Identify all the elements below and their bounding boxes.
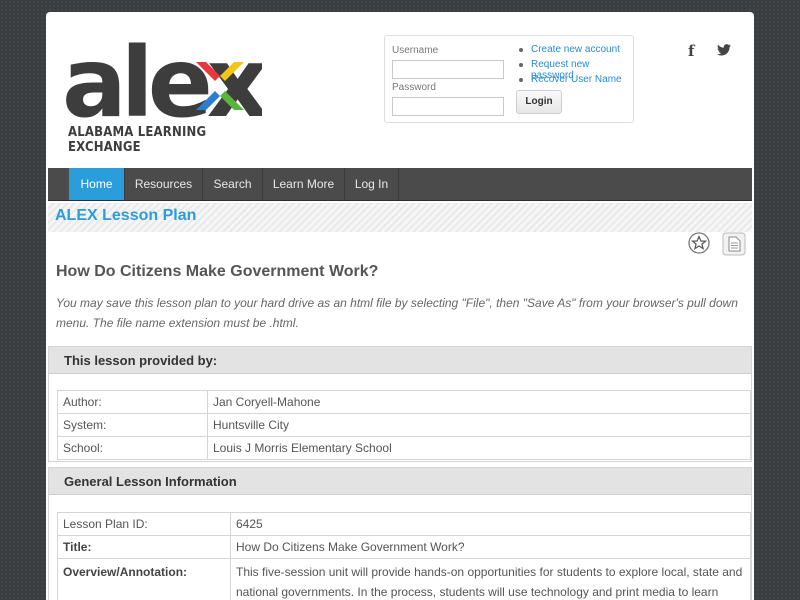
row-value: How Do Citizens Make Government Work?	[230, 535, 751, 559]
row-label: System:	[57, 413, 208, 437]
facebook-icon[interactable]: f	[688, 42, 694, 60]
row-label: Lesson Plan ID:	[57, 512, 231, 536]
table-row: Author: Jan Coryell-Mahone	[57, 390, 751, 414]
row-label: School:	[57, 436, 208, 460]
page-title-bar: ALEX Lesson Plan	[48, 203, 752, 232]
general-info-section: General Lesson Information Lesson Plan I…	[48, 467, 752, 600]
account-links: Create new account Request new password …	[518, 44, 633, 89]
login-button[interactable]: Login	[516, 90, 562, 114]
provided-by-heading: This lesson provided by:	[49, 347, 751, 374]
main-nav: Home Resources Search Learn More Log In	[48, 168, 752, 201]
table-row: School: Louis J Morris Elementary School	[57, 436, 751, 460]
row-label: Overview/Annotation:	[57, 558, 231, 600]
row-label: Title:	[57, 535, 231, 559]
table-row: System: Huntsville City	[57, 413, 751, 437]
lesson-title: How Do Citizens Make Government Work?	[56, 263, 379, 280]
row-value: Jan Coryell-Mahone	[207, 390, 751, 414]
username-label: Username	[392, 45, 439, 56]
provided-by-table: Author: Jan Coryell-Mahone System: Hunts…	[57, 390, 751, 460]
general-info-heading: General Lesson Information	[49, 468, 751, 495]
save-instructions: You may save this lesson plan to your ha…	[56, 296, 738, 330]
provided-by-section: This lesson provided by: Author: Jan Cor…	[48, 346, 752, 462]
table-row: Overview/Annotation: This five-session u…	[57, 558, 751, 600]
logo-tagline: ALABAMA LEARNING EXCHANGE	[68, 125, 207, 155]
username-input[interactable]	[392, 60, 504, 79]
alex-logo-mark: alex	[62, 34, 262, 124]
nav-log-in[interactable]: Log In	[345, 168, 399, 200]
password-label: Password	[392, 82, 436, 93]
nav-learn-more[interactable]: Learn More	[263, 168, 345, 200]
table-row: Title: How Do Citizens Make Government W…	[57, 535, 751, 559]
row-value: Huntsville City	[207, 413, 751, 437]
row-value: Louis J Morris Elementary School	[207, 436, 751, 460]
recover-username-link[interactable]: Recover User Name	[518, 74, 633, 89]
login-panel: Username Password Create new account Req…	[384, 35, 634, 123]
general-info-table: Lesson Plan ID: 6425 Title: How Do Citiz…	[57, 512, 751, 600]
logo-text: alex	[62, 34, 262, 124]
nav-home[interactable]: Home	[69, 168, 125, 200]
document-icon[interactable]	[722, 232, 746, 256]
favorite-star-icon[interactable]	[688, 232, 710, 254]
page-title: ALEX Lesson Plan	[55, 207, 197, 224]
nav-resources[interactable]: Resources	[125, 168, 203, 200]
page-container: alex ALABAMA LEARNING EXCHANGE Username …	[46, 12, 754, 600]
table-row: Lesson Plan ID: 6425	[57, 512, 751, 536]
row-label: Author:	[57, 390, 208, 414]
alex-logo[interactable]: alex ALABAMA LEARNING EXCHANGE	[62, 34, 262, 155]
row-value: This five-session unit will provide hand…	[230, 558, 751, 600]
create-account-link[interactable]: Create new account	[518, 44, 633, 59]
request-password-link[interactable]: Request new password	[518, 59, 633, 81]
nav-search[interactable]: Search	[203, 168, 263, 200]
twitter-icon[interactable]	[717, 43, 731, 60]
password-input[interactable]	[392, 97, 504, 116]
row-value: 6425	[230, 512, 751, 536]
